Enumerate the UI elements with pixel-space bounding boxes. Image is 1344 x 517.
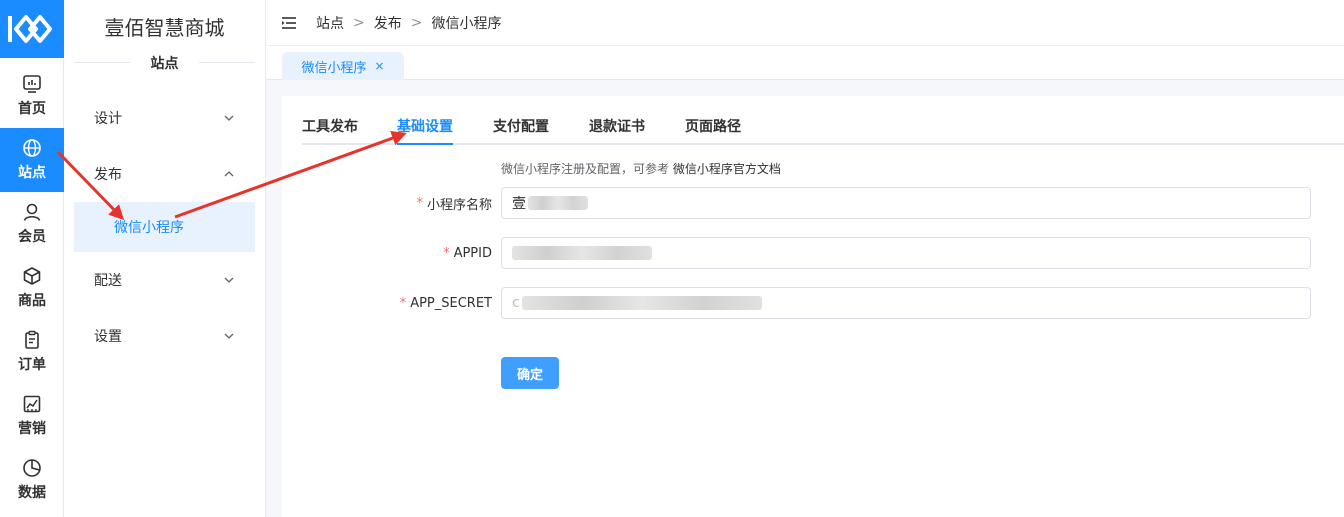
- icon-rail: 首页 站点 会员 商品 订单 营销 数据: [0, 0, 64, 517]
- page-tab-wechat[interactable]: 微信小程序 ×: [282, 52, 404, 80]
- rail-item-marketing[interactable]: 营销: [0, 384, 64, 448]
- app-secret-input[interactable]: c: [501, 287, 1311, 319]
- rail-label: 站点: [18, 165, 46, 181]
- confirm-button[interactable]: 确定: [501, 357, 559, 389]
- menu-item-publish[interactable]: 发布: [64, 146, 265, 202]
- form-row-appid: * APPID: [282, 237, 1311, 269]
- rail-item-data[interactable]: 数据: [0, 448, 64, 512]
- redacted-text: [521, 296, 762, 310]
- tab-basic-settings[interactable]: 基础设置: [397, 116, 453, 145]
- rail-label: 营销: [18, 421, 46, 437]
- input-value: c: [512, 295, 520, 311]
- rail-label: 会员: [18, 229, 46, 245]
- rail-label: 首页: [18, 101, 46, 117]
- field-label: * 小程序名称: [416, 187, 492, 219]
- divider: [74, 62, 130, 63]
- submenu-item-label: 微信小程序: [114, 220, 184, 236]
- tab-refund-certificate[interactable]: 退款证书: [589, 116, 645, 145]
- settings-tabs: 工具发布 基础设置 支付配置 退款证书 页面路径: [302, 96, 1344, 145]
- close-icon[interactable]: ×: [374, 59, 384, 73]
- rail-label: 数据: [18, 485, 46, 501]
- appid-input[interactable]: [501, 237, 1311, 269]
- menu-item-label: 设计: [94, 111, 122, 127]
- required-mark: *: [443, 245, 450, 261]
- breadcrumb-item-current: 微信小程序: [431, 15, 502, 32]
- form-hint: 微信小程序注册及配置，可参考 微信小程序官方文档: [501, 160, 781, 177]
- logo[interactable]: [0, 0, 64, 58]
- form-row-name: * 小程序名称 壹: [282, 187, 1311, 219]
- menu-item-delivery[interactable]: 配送: [64, 252, 265, 308]
- rail-item-site[interactable]: 站点: [0, 128, 64, 192]
- tab-tool-publish[interactable]: 工具发布: [302, 116, 358, 145]
- pie-icon: [23, 459, 41, 477]
- secondary-sidebar: 壹佰智慧商城 站点 设计 发布 微信小程序 配送 设置: [64, 0, 266, 517]
- field-label: * APPID: [443, 237, 492, 269]
- section-label: 站点: [150, 56, 179, 72]
- page-tab-strip: 微信小程序 ×: [266, 46, 1344, 80]
- rail-item-order[interactable]: 订单: [0, 320, 64, 384]
- rail-item-goods[interactable]: 商品: [0, 256, 64, 320]
- hint-text: 微信小程序注册及配置，可参考: [501, 162, 670, 176]
- menu-fold-icon[interactable]: [282, 16, 296, 29]
- required-mark: *: [399, 295, 407, 311]
- breadcrumb-item[interactable]: 发布: [374, 13, 402, 33]
- chart-icon: [23, 395, 41, 413]
- rail-item-home[interactable]: 首页: [0, 64, 64, 128]
- sidebar-menu: 设计 发布 微信小程序 配送 设置: [64, 90, 265, 364]
- breadcrumb-item[interactable]: 站点: [316, 13, 344, 33]
- form-row-secret: * APP_SECRET c: [282, 287, 1311, 319]
- menu-item-settings[interactable]: 设置: [64, 308, 265, 364]
- redacted-text: [528, 196, 588, 210]
- tab-page-path[interactable]: 页面路径: [685, 116, 741, 145]
- user-icon: [23, 203, 41, 221]
- divider: [199, 62, 255, 63]
- tab-payment-config[interactable]: 支付配置: [493, 116, 549, 145]
- docs-link[interactable]: 微信小程序官方文档: [673, 162, 781, 176]
- field-label: * APP_SECRET: [400, 287, 492, 319]
- rail-label: 订单: [18, 357, 46, 373]
- menu-item-design[interactable]: 设计: [64, 90, 265, 146]
- breadcrumb-separator: >: [353, 14, 365, 31]
- clipboard-icon: [25, 330, 39, 349]
- menu-item-label: 设置: [94, 329, 122, 345]
- globe-icon: [23, 139, 41, 157]
- redacted-text: [512, 246, 652, 260]
- chevron-down-icon: [224, 115, 234, 121]
- monitor-icon: [23, 75, 41, 93]
- breadcrumb-separator: >: [410, 14, 423, 31]
- chevron-down-icon: [224, 277, 234, 283]
- top-header: 站点 > 发布 > 微信小程序: [266, 0, 1344, 46]
- box-icon: [23, 267, 41, 285]
- rail-item-member[interactable]: 会员: [0, 192, 64, 256]
- menu-item-label: 发布: [94, 167, 122, 183]
- field-label-text: APP_SECRET: [410, 295, 492, 311]
- app-title: 壹佰智慧商城: [104, 15, 225, 40]
- required-mark: *: [416, 195, 423, 211]
- field-label-text: APPID: [453, 245, 492, 261]
- page-tab-label: 微信小程序: [301, 60, 367, 76]
- chevron-up-icon: [224, 171, 234, 177]
- rail-label: 商品: [18, 293, 46, 309]
- menu-item-label: 配送: [94, 273, 122, 289]
- chevron-down-icon: [224, 333, 234, 339]
- field-label-text: 小程序名称: [426, 197, 492, 213]
- submenu-item-wechat-miniprogram[interactable]: 微信小程序: [74, 202, 255, 252]
- main-card: 工具发布 基础设置 支付配置 退款证书 页面路径 微信小程序注册及配置，可参考 …: [282, 96, 1344, 517]
- miniprogram-name-input[interactable]: 壹: [501, 187, 1311, 219]
- logo-icon: [8, 15, 52, 43]
- input-value: 壹: [512, 196, 526, 212]
- sidebar-section-header: 站点: [74, 50, 255, 76]
